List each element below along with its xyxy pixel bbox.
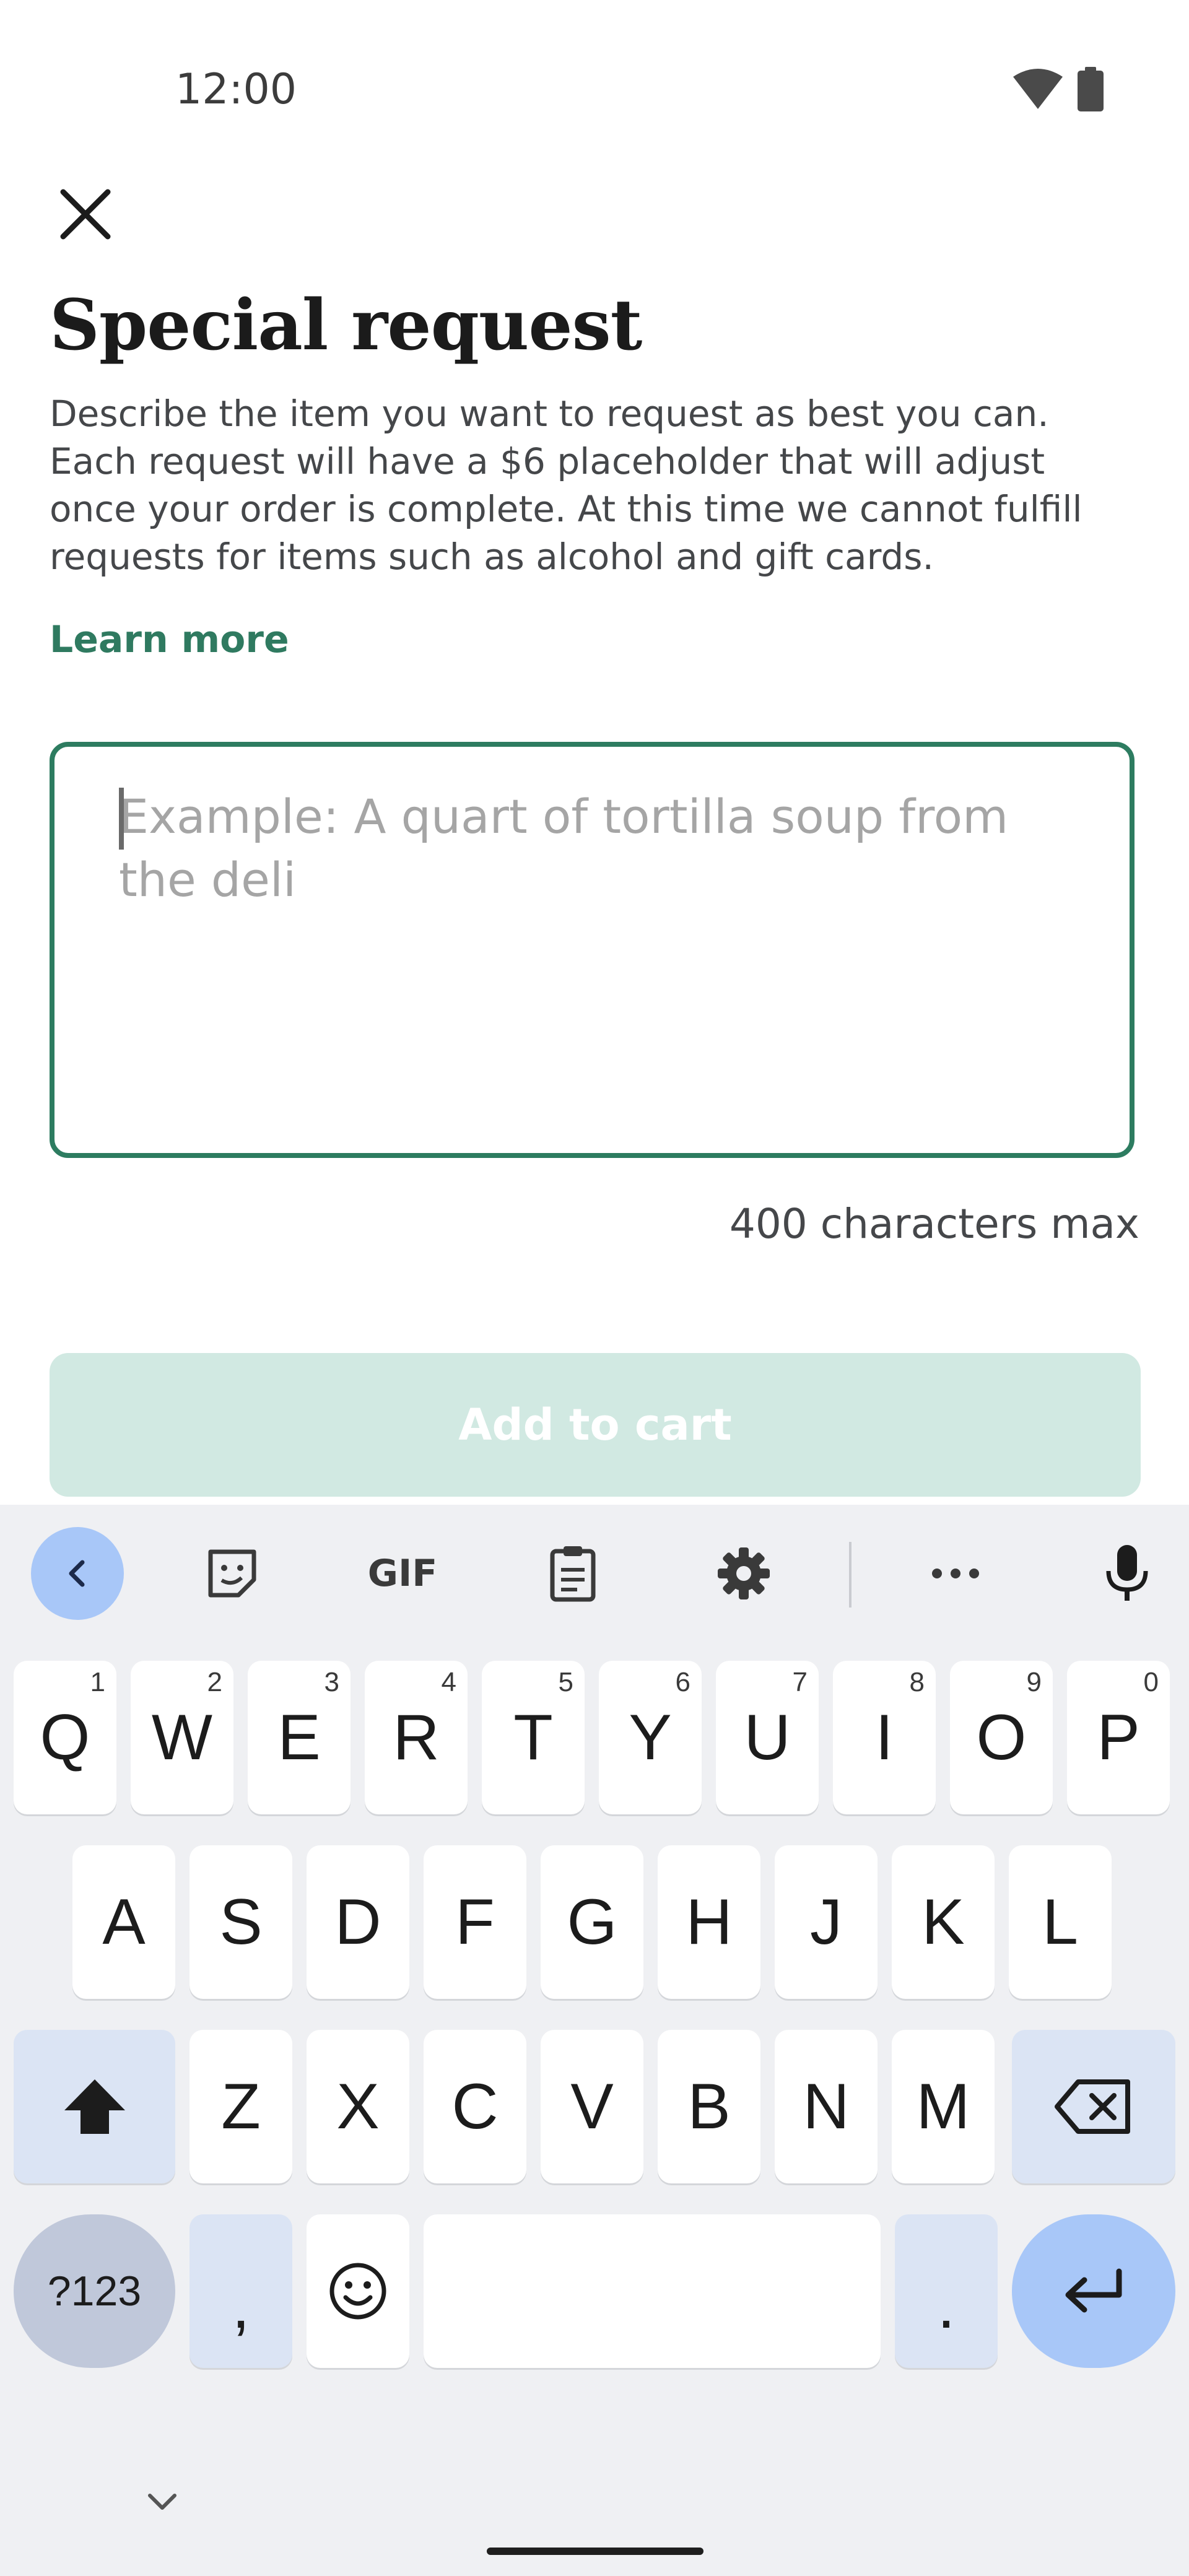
period-key[interactable]: . <box>895 2214 998 2368</box>
status-time: 12:00 <box>175 65 297 114</box>
clipboard-icon <box>550 1546 596 1602</box>
key-l[interactable]: L <box>1009 1845 1112 1999</box>
key-c[interactable]: C <box>424 2030 526 2183</box>
more-options-button[interactable] <box>909 1527 1002 1620</box>
key-s[interactable]: S <box>189 1845 292 1999</box>
backspace-icon <box>1055 2079 1130 2134</box>
keyboard-back-button[interactable] <box>31 1527 124 1620</box>
enter-key[interactable] <box>1012 2214 1175 2368</box>
key-j[interactable]: J <box>775 1845 878 1999</box>
hide-keyboard-button[interactable] <box>144 2489 181 2514</box>
key-h[interactable]: H <box>658 1845 760 1999</box>
key-k[interactable]: K <box>892 1845 995 1999</box>
key-y[interactable]: Y6 <box>599 1661 702 1814</box>
key-w[interactable]: W2 <box>131 1661 233 1814</box>
enter-icon <box>1065 2268 1122 2313</box>
close-button[interactable] <box>51 180 120 249</box>
sticker-icon <box>208 1549 256 1598</box>
key-p[interactable]: P0 <box>1067 1661 1170 1814</box>
emoji-icon <box>329 2263 386 2320</box>
wifi-icon <box>1013 69 1063 109</box>
key-n[interactable]: N <box>775 2030 878 2183</box>
key-d[interactable]: D <box>307 1845 409 1999</box>
backspace-key[interactable] <box>1012 2030 1175 2183</box>
clipboard-button[interactable] <box>526 1527 619 1620</box>
more-icon <box>932 1569 979 1578</box>
close-icon <box>60 189 111 240</box>
battery-icon <box>1078 67 1104 111</box>
shift-key[interactable] <box>14 2030 175 2183</box>
gif-button[interactable]: GIF <box>356 1527 449 1620</box>
gear-icon <box>718 1547 770 1599</box>
add-to-cart-button[interactable]: Add to cart <box>50 1353 1141 1497</box>
page-title: Special request <box>50 285 642 366</box>
gif-icon: GIF <box>367 1552 438 1595</box>
key-f[interactable]: F <box>424 1845 526 1999</box>
microphone-icon <box>1106 1545 1148 1601</box>
chevron-down-icon <box>148 2494 176 2510</box>
key-m[interactable]: M <box>892 2030 995 2183</box>
char-limit-text: 400 characters max <box>729 1200 1139 1248</box>
input-placeholder: Example: A quart of tortilla soup from t… <box>119 789 1009 907</box>
key-r[interactable]: R4 <box>365 1661 468 1814</box>
key-v[interactable]: V <box>541 2030 643 2183</box>
key-b[interactable]: B <box>658 2030 760 2183</box>
comma-key[interactable]: , <box>189 2214 292 2368</box>
space-key[interactable] <box>424 2214 881 2368</box>
key-z[interactable]: Z <box>189 2030 292 2183</box>
emoji-key[interactable] <box>307 2214 409 2368</box>
description-text: Describe the item you want to request as… <box>50 393 1082 578</box>
key-a[interactable]: A <box>72 1845 175 1999</box>
key-o[interactable]: O9 <box>950 1661 1053 1814</box>
toolbar-divider <box>849 1542 851 1608</box>
home-indicator[interactable] <box>487 2548 703 2555</box>
voice-input-button[interactable] <box>1081 1527 1174 1620</box>
key-x[interactable]: X <box>307 2030 409 2183</box>
key-i[interactable]: I8 <box>833 1661 936 1814</box>
key-u[interactable]: U7 <box>716 1661 819 1814</box>
shift-icon <box>64 2079 125 2134</box>
chevron-left-icon <box>69 1560 85 1587</box>
text-cursor <box>119 788 124 850</box>
symbols-key[interactable]: ?123 <box>14 2214 175 2368</box>
settings-button[interactable] <box>697 1527 790 1620</box>
key-g[interactable]: G <box>541 1845 643 1999</box>
key-t[interactable]: T5 <box>482 1661 585 1814</box>
learn-more-link[interactable]: Learn more <box>50 618 289 661</box>
special-request-input[interactable]: Example: A quart of tortilla soup from t… <box>50 742 1135 1158</box>
sticker-button[interactable] <box>186 1527 279 1620</box>
key-q[interactable]: Q1 <box>14 1661 116 1814</box>
key-e[interactable]: E3 <box>248 1661 351 1814</box>
